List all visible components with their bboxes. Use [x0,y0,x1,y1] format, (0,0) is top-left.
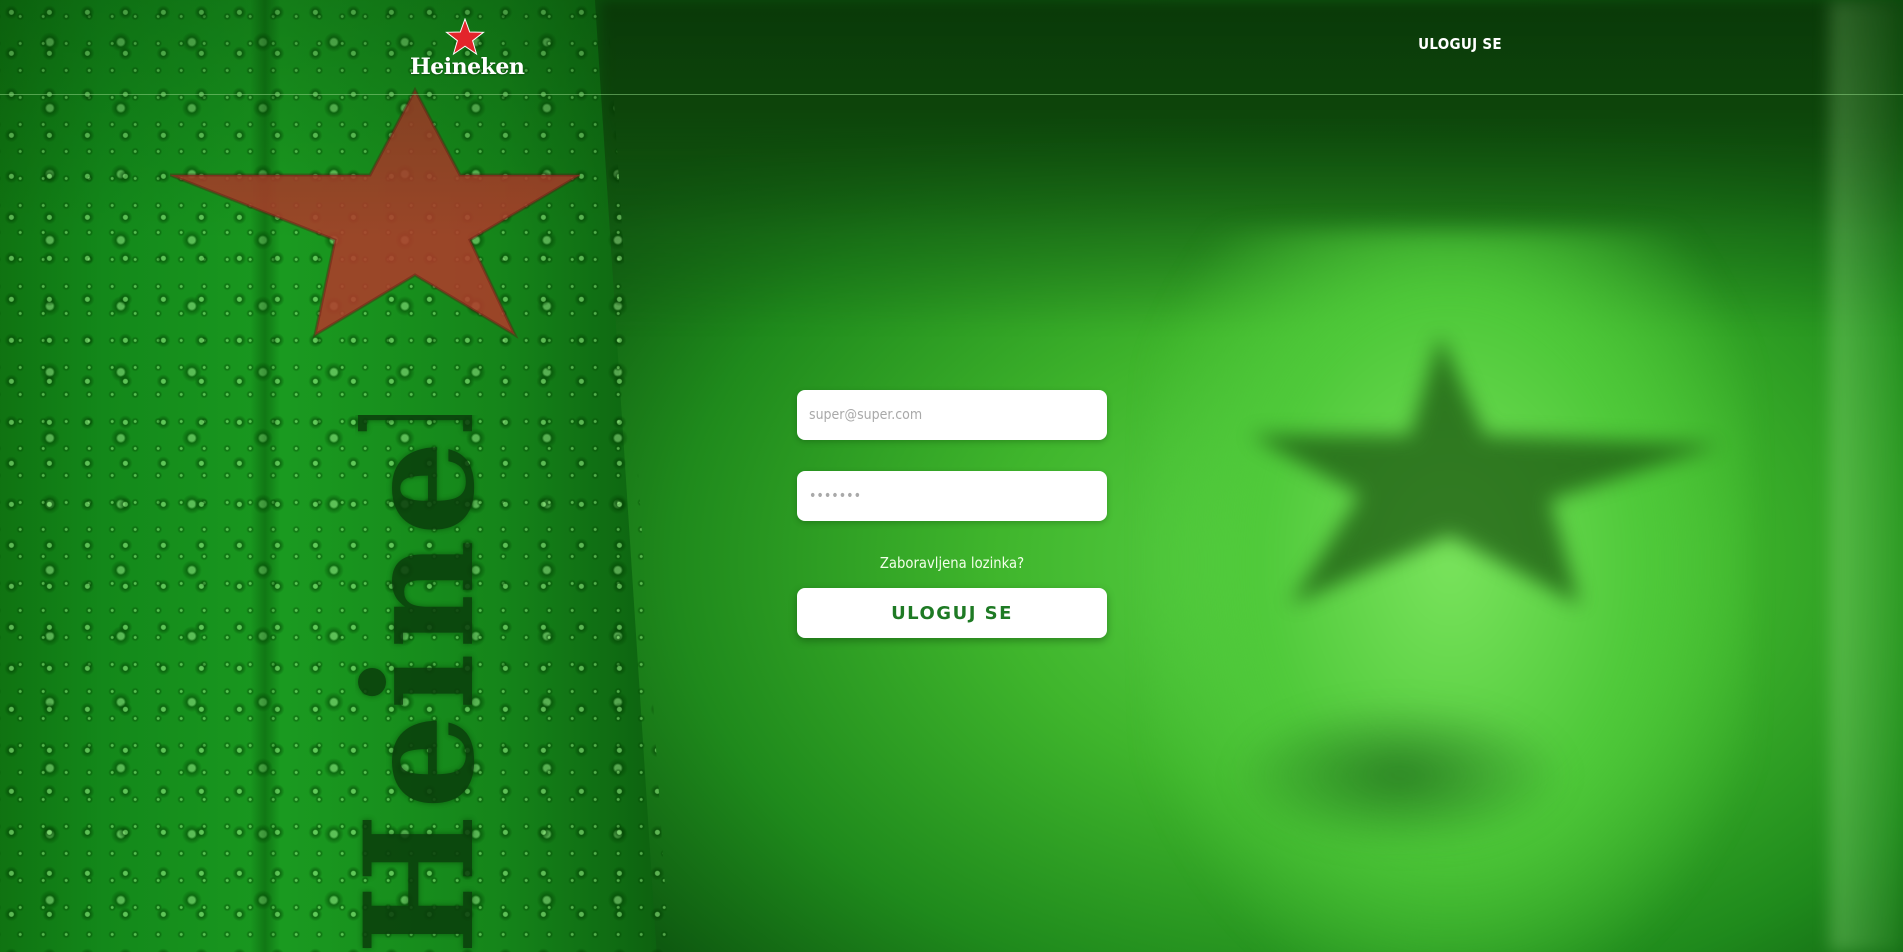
forgot-password-link[interactable]: Zaboravljena lozinka? [816,554,1089,572]
email-input[interactable] [797,390,1107,440]
bottle-label-text: Heineken [355,415,485,952]
red-star-icon [445,18,485,56]
header-login-link[interactable]: ULOGUJ SE [1406,35,1514,59]
background-blurred-star [1250,335,1720,605]
password-input[interactable] [797,471,1107,521]
background-blurred-label [1230,700,1570,850]
login-button[interactable]: ULOGUJ SE [797,588,1107,638]
login-form: Zaboravljena lozinka? ULOGUJ SE [797,390,1107,638]
bottle-red-star [170,86,580,339]
header: Heineken ULOGUJ SE [0,0,1903,95]
heineken-logo[interactable]: Heineken [410,18,525,80]
logo-wordmark: Heineken [410,54,525,80]
background-right-edge [1830,0,1903,952]
